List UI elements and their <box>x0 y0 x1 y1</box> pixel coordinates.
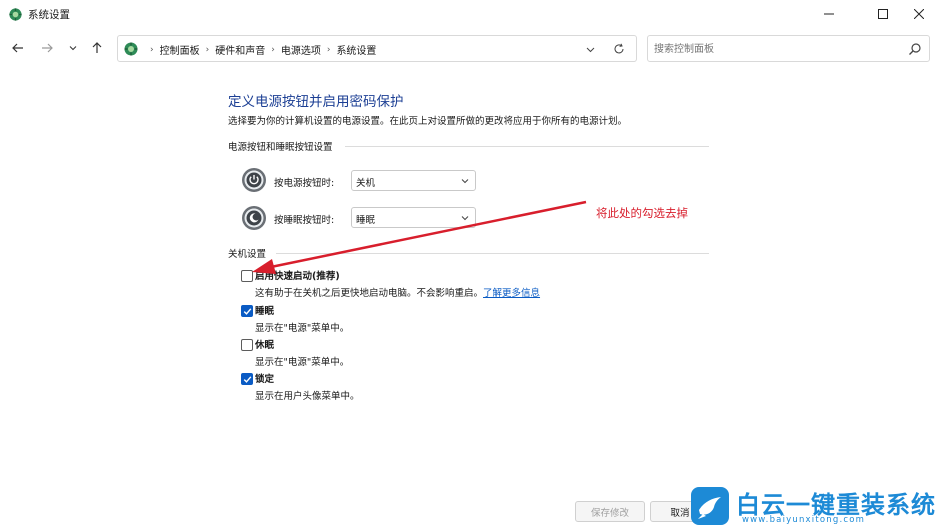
power-button-icon <box>242 168 266 192</box>
bird-logo-icon <box>691 487 729 525</box>
fast-startup-label[interactable]: 启用快速启动(推荐) <box>255 268 340 282</box>
chevron-down-icon <box>586 47 594 52</box>
breadcrumb: › 控制面板 › 硬件和声音 › 电源选项 › 系统设置 <box>144 42 376 58</box>
fast-startup-checkbox[interactable] <box>241 270 253 282</box>
checkmark-icon <box>243 376 252 383</box>
sleep-button-select[interactable]: 睡眠 <box>351 207 476 228</box>
sleep-label[interactable]: 睡眠 <box>255 303 274 317</box>
refresh-icon <box>614 43 624 54</box>
page-title: 定义电源按钮并启用密码保护 <box>228 94 404 110</box>
search-input[interactable] <box>654 41 904 57</box>
chevron-right-icon: › <box>205 44 210 55</box>
fast-startup-note: 这有助于在关机之后更快地启动电脑。不会影响重启。了解更多信息 <box>255 285 540 299</box>
fast-startup-note-text: 这有助于在关机之后更快地启动电脑。不会影响重启。 <box>255 288 484 299</box>
checkmark-icon <box>243 308 252 315</box>
divider <box>345 146 709 147</box>
sleep-button-value: 睡眠 <box>356 215 376 226</box>
sleep-note: 显示在"电源"菜单中。 <box>255 323 350 334</box>
address-bar[interactable]: › 控制面板 › 硬件和声音 › 电源选项 › 系统设置 <box>117 35 637 62</box>
up-button[interactable] <box>88 39 106 57</box>
chevron-right-icon: › <box>150 44 154 55</box>
sleep-button-icon <box>242 206 266 230</box>
hibernate-checkbox[interactable] <box>241 339 253 351</box>
breadcrumb-system-settings[interactable]: 系统设置 <box>336 42 376 57</box>
search-icon[interactable] <box>908 42 922 56</box>
power-button-label: 按电源按钮时: <box>274 178 335 189</box>
hibernate-label[interactable]: 休眠 <box>255 337 274 351</box>
lock-checkbox[interactable] <box>241 373 253 385</box>
power-button-select[interactable]: 关机 <box>351 170 476 191</box>
power-buttons-section-title: 电源按钮和睡眠按钮设置 <box>228 142 333 153</box>
lock-label[interactable]: 锁定 <box>255 371 274 385</box>
breadcrumb-control-panel[interactable]: 控制面板 <box>160 42 200 57</box>
arrow-left-icon <box>12 43 23 53</box>
hibernate-note: 显示在"电源"菜单中。 <box>255 357 350 368</box>
refresh-button[interactable] <box>612 42 626 56</box>
sleep-button-label: 按睡眠按钮时: <box>274 215 335 226</box>
shutdown-section-title: 关机设置 <box>228 249 267 260</box>
chevron-down-icon <box>461 216 469 221</box>
learn-more-link[interactable]: 了解更多信息 <box>483 288 540 299</box>
sleep-checkbox[interactable] <box>241 305 253 317</box>
arrow-up-icon <box>92 42 102 53</box>
power-button-value: 关机 <box>356 178 376 189</box>
title-bar: 系统设置 <box>0 0 942 28</box>
divider <box>276 253 709 254</box>
annotation-arrow <box>252 200 587 274</box>
forward-button[interactable] <box>38 39 56 57</box>
back-button[interactable] <box>9 39 27 57</box>
control-panel-icon <box>9 8 22 21</box>
window-title: 系统设置 <box>28 9 70 21</box>
minimize-icon <box>824 13 834 15</box>
watermark-url: www.baiyunxitong.com <box>742 515 866 525</box>
breadcrumb-power-options[interactable]: 电源选项 <box>281 42 321 57</box>
watermark: 白云一键重装系统 www.baiyunxitong.com <box>690 482 942 531</box>
close-icon <box>914 9 924 19</box>
recent-locations-button[interactable] <box>64 39 82 57</box>
chevron-right-icon: › <box>326 44 331 55</box>
control-panel-icon <box>124 42 138 56</box>
lock-note: 显示在用户头像菜单中。 <box>255 391 360 402</box>
close-button[interactable] <box>896 0 942 28</box>
breadcrumb-hardware-sound[interactable]: 硬件和声音 <box>215 42 265 57</box>
maximize-icon <box>878 9 888 19</box>
minimize-button[interactable] <box>806 0 852 28</box>
annotation-text: 将此处的勾选去掉 <box>596 206 688 220</box>
search-box[interactable] <box>647 35 930 62</box>
save-changes-button[interactable]: 保存修改 <box>575 501 645 522</box>
page-description: 选择要为你的计算机设置的电源设置。在此页上对设置所做的更改将应用于你所有的电源计… <box>228 116 628 127</box>
chevron-right-icon: › <box>271 44 275 55</box>
address-history-button[interactable] <box>583 42 597 56</box>
chevron-down-icon <box>461 179 469 184</box>
chevron-down-icon <box>69 46 77 51</box>
arrow-right-icon <box>42 43 53 53</box>
